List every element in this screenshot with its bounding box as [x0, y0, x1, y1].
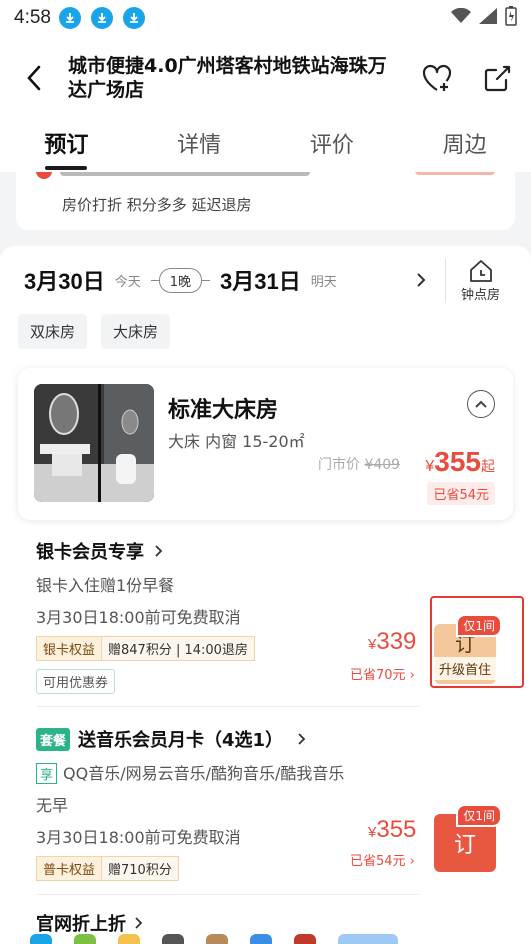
plan-benefit: 享 QQ音乐/网易云音乐/酷狗音乐/酷我音乐: [36, 760, 495, 784]
date-selector[interactable]: 3月30日 今天 1晚 3月31日 明天 钟点房: [0, 246, 531, 314]
promo-subtext: 房价打折 积分多多 延迟退房: [62, 196, 252, 214]
tag-points: 赠710积分: [102, 856, 179, 881]
member-promo-banner[interactable]: 房价打折 积分多多 延迟退房: [16, 172, 515, 230]
plan-price: ¥339: [368, 628, 417, 655]
plan-title[interactable]: 银卡会员专享: [36, 538, 495, 564]
download-icon: [58, 7, 81, 29]
tag-silver-benefit: 银卡权益: [36, 636, 103, 661]
status-bar: 4:58: [0, 0, 531, 36]
wifi-icon: [451, 7, 471, 29]
room-filter-chips: 双床房 大床房: [0, 314, 531, 349]
tab-bar: 预订 详情 评价 周边: [0, 120, 531, 176]
hotel-title: 城市便捷4.0广州塔客村地铁站海珠万达广场店: [68, 55, 387, 101]
book-label: 订: [453, 833, 476, 858]
heart-plus-icon: [422, 64, 452, 91]
original-price: 门市价 ¥409: [318, 457, 401, 473]
checkin-date[interactable]: 3月30日: [24, 264, 105, 296]
app-header: 城市便捷4.0广州塔客村地铁站海珠万达广场店: [0, 36, 531, 120]
filter-king-room[interactable]: 大床房: [101, 314, 171, 349]
room-card[interactable]: 标准大床房 大床 内窗 15-20㎡ 门市价 ¥409 ¥355起 已省54元: [18, 368, 513, 520]
tab-booking[interactable]: 预订: [0, 120, 133, 176]
highlight-box: [430, 596, 524, 688]
back-button[interactable]: [20, 64, 48, 92]
coupon-available-badge: 可用优惠券: [36, 669, 116, 694]
house-clock-icon: [469, 259, 492, 282]
download-icon: [90, 7, 113, 29]
chevron-right-icon: [155, 545, 163, 557]
tab-details[interactable]: 详情: [133, 120, 266, 176]
chevron-right-icon: [298, 733, 306, 745]
rate-plan-silver[interactable]: 银卡会员专享 银卡入住赠1份早餐 3月30日18:00前可免费取消 银卡权益 赠…: [36, 538, 495, 694]
hourly-room-label: 钟点房: [460, 287, 500, 303]
rate-plan-music[interactable]: 套餐 送音乐会员月卡（4选1） 享 QQ音乐/网易云音乐/酷狗音乐/酷我音乐 无早…: [36, 726, 495, 881]
checkout-date[interactable]: 3月31日: [220, 264, 301, 296]
chevron-up-icon: [475, 400, 487, 408]
only-one-badge: 仅1间: [456, 804, 502, 827]
room-name: 标准大床房: [168, 398, 279, 423]
room-spec: 大床 内窗 15-20㎡: [168, 432, 305, 451]
member-icon: [36, 172, 52, 179]
tag-points: 赠847积分 | 14:00退房: [102, 636, 255, 661]
package-badge: 套餐: [36, 727, 71, 751]
hourly-room-button[interactable]: 钟点房: [445, 257, 515, 303]
plan-cancel-policy: 3月30日18:00前可免费取消: [36, 608, 241, 627]
plan-benefit: 银卡入住赠1份早餐: [36, 576, 175, 595]
book-button[interactable]: 仅1间 订: [434, 804, 502, 872]
plan-title[interactable]: 套餐 送音乐会员月卡（4选1）: [36, 726, 495, 752]
room-saved-badge: 已省54元: [427, 482, 495, 505]
plan-meal: 无早: [36, 796, 69, 815]
checkout-day-label: 明天: [310, 274, 337, 290]
filter-twin-room[interactable]: 双床房: [18, 314, 88, 349]
download-icon: [122, 7, 145, 29]
plan-tags: 银卡权益 赠847积分 | 14:00退房: [36, 636, 495, 661]
chevron-left-icon: [27, 65, 41, 91]
share-button[interactable]: [479, 60, 515, 96]
share-icon: [484, 65, 511, 92]
chevron-right-icon[interactable]: [409, 272, 433, 288]
battery-icon: [505, 5, 517, 31]
plan-tags: 普卡权益 赠710积分: [36, 856, 495, 881]
plan-saved[interactable]: 已省70元 ›: [350, 664, 415, 683]
favorite-button[interactable]: [419, 60, 455, 96]
plan-saved[interactable]: 已省54元 ›: [350, 850, 415, 869]
floating-dock-hint: [0, 930, 531, 944]
tab-nearby[interactable]: 周边: [398, 120, 531, 176]
collapse-button[interactable]: [467, 390, 495, 418]
nights-count: 1晚: [150, 267, 211, 293]
room-photo[interactable]: [34, 384, 154, 502]
tag-basic-benefit: 普卡权益: [36, 856, 103, 881]
signal-icon: [479, 7, 497, 29]
status-time: 4:58: [14, 7, 51, 28]
plan-cancel-policy: 3月30日18:00前可免费取消: [36, 828, 241, 847]
perk-badge: 享: [36, 763, 58, 784]
tab-reviews[interactable]: 评价: [266, 120, 399, 176]
checkin-day-label: 今天: [114, 274, 141, 290]
promo-cut-off-row: [36, 172, 495, 180]
chevron-right-icon: [135, 917, 143, 929]
plan-price: ¥355: [368, 816, 417, 843]
room-price: ¥355起: [425, 446, 495, 477]
